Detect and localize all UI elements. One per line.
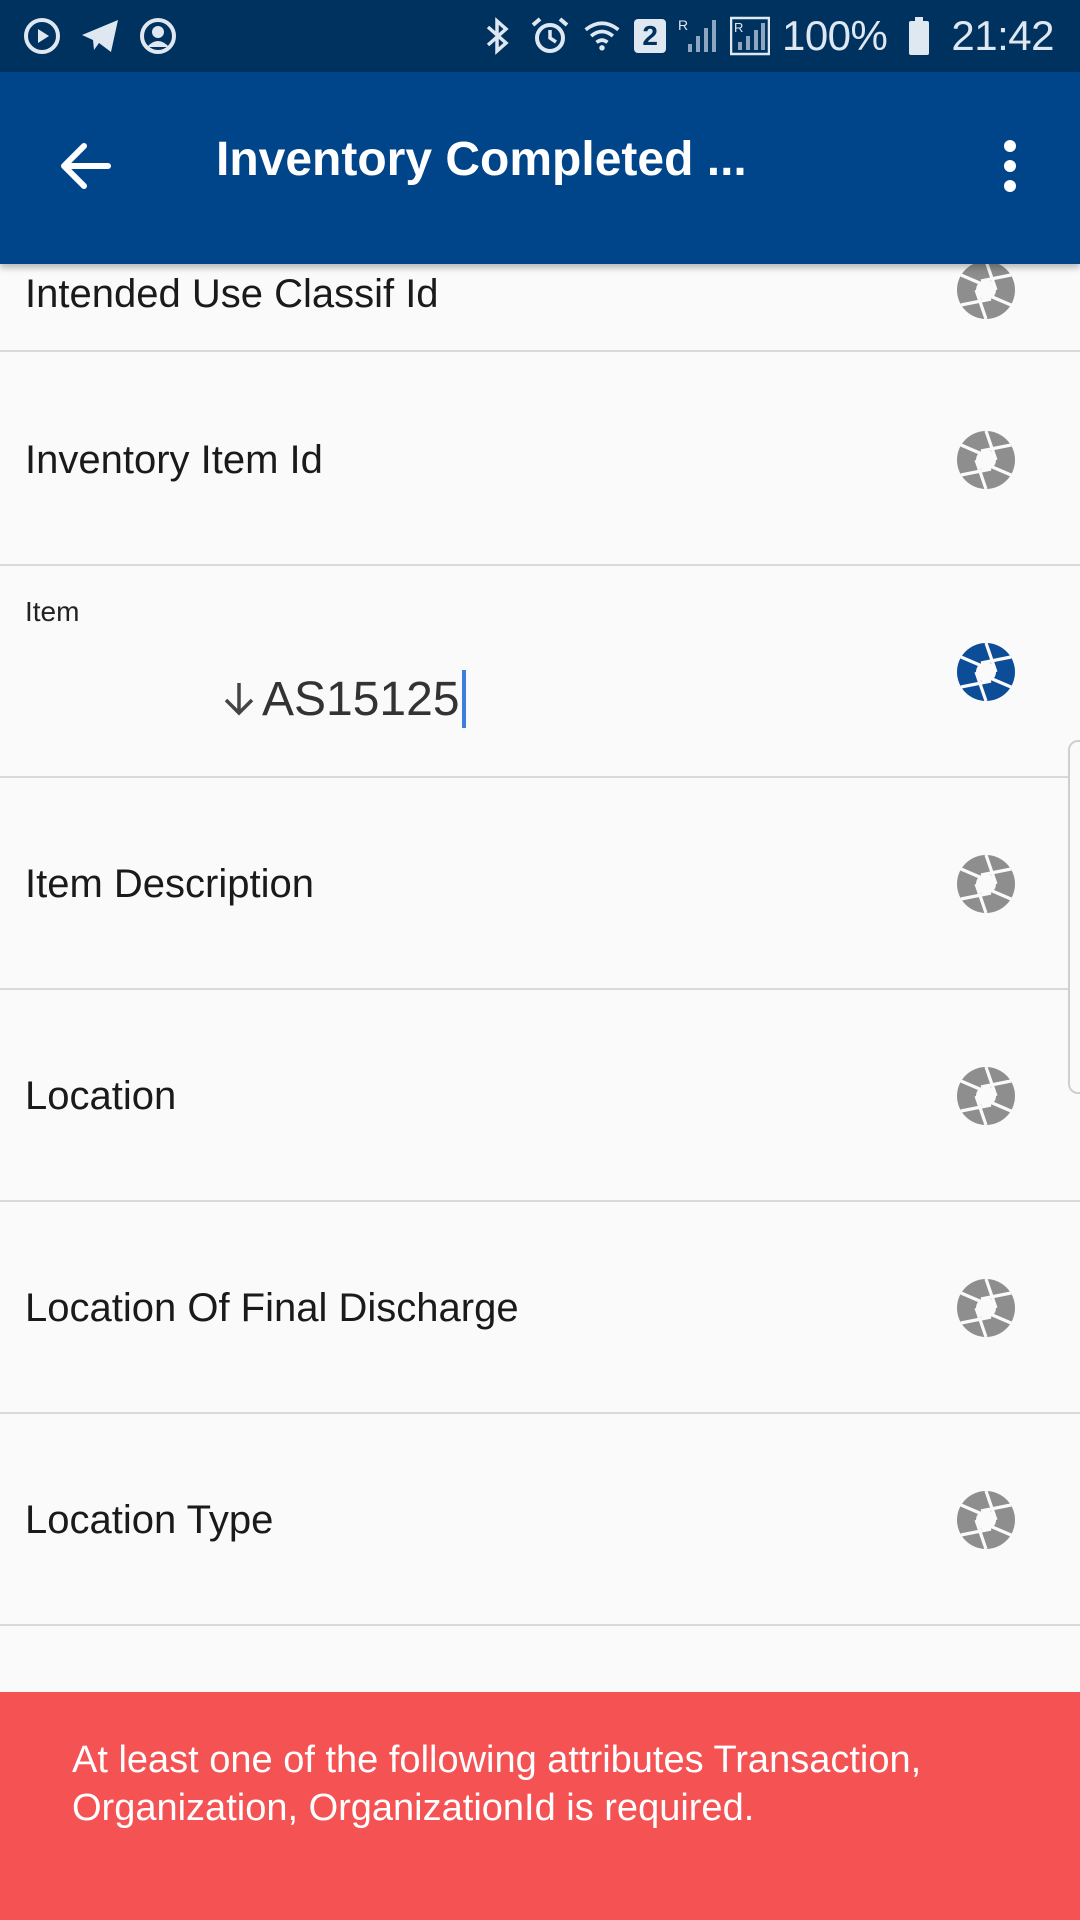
list-item-item[interactable]: Item AS15125 (0, 566, 1080, 778)
error-snackbar: At least one of the following attributes… (0, 1692, 1080, 1920)
page-title: Inventory Completed ... (216, 133, 747, 186)
shutter-icon[interactable] (956, 260, 1016, 320)
row-label: Location Type (25, 1498, 274, 1542)
list-item[interactable]: Item Description (0, 778, 1080, 990)
error-message: At least one of the following attributes… (72, 1739, 922, 1829)
shutter-icon[interactable] (956, 642, 1016, 702)
scrollbar-handle[interactable] (1068, 740, 1080, 1094)
alarm-icon (530, 16, 570, 56)
wifi-icon (582, 16, 622, 56)
arrow-left-icon (60, 142, 112, 195)
shutter-icon[interactable] (956, 1066, 1016, 1126)
signal-r2-icon: R (729, 16, 770, 56)
clock: 21:42 (951, 12, 1054, 59)
arrow-down-icon (222, 679, 256, 719)
list-item[interactable]: Location Type (0, 1414, 1080, 1626)
shutter-icon[interactable] (956, 854, 1016, 914)
play-circle-icon (22, 16, 62, 56)
battery-icon (899, 16, 939, 56)
item-input[interactable]: AS15125 (222, 670, 466, 728)
row-label: Inventory Item Id (25, 438, 323, 482)
shutter-icon[interactable] (956, 1278, 1016, 1338)
list-item[interactable]: Inventory Item Id (0, 354, 1080, 566)
shutter-icon[interactable] (956, 1490, 1016, 1550)
item-value: AS15125 (262, 672, 460, 726)
back-button[interactable] (54, 136, 118, 200)
row-label: Intended Use Classif Id (25, 272, 439, 316)
shutter-icon[interactable] (956, 430, 1016, 490)
row-label: Location (25, 1074, 177, 1118)
sim-badge-icon: 2 (633, 19, 666, 53)
svg-text:R: R (678, 17, 688, 33)
status-bar: 2 R R 100% 21:42 (0, 0, 1080, 72)
list-item[interactable]: Location Of Final Discharge (0, 1202, 1080, 1414)
signal-r-icon: R (678, 16, 718, 56)
account-circle-icon (138, 16, 178, 56)
overflow-menu-button[interactable] (978, 136, 1042, 200)
list-item[interactable]: Location (0, 990, 1080, 1202)
svg-text:R: R (734, 20, 743, 35)
more-vert-icon (1002, 139, 1018, 197)
battery-percent: 100% (781, 12, 888, 59)
bluetooth-icon (478, 16, 518, 56)
row-small-label: Item (25, 596, 80, 627)
row-label: Location Of Final Discharge (25, 1286, 519, 1330)
text-cursor (461, 670, 466, 728)
telegram-icon (80, 16, 120, 56)
row-label: Item Description (25, 862, 314, 906)
app-bar: Inventory Completed ... (0, 72, 1080, 264)
